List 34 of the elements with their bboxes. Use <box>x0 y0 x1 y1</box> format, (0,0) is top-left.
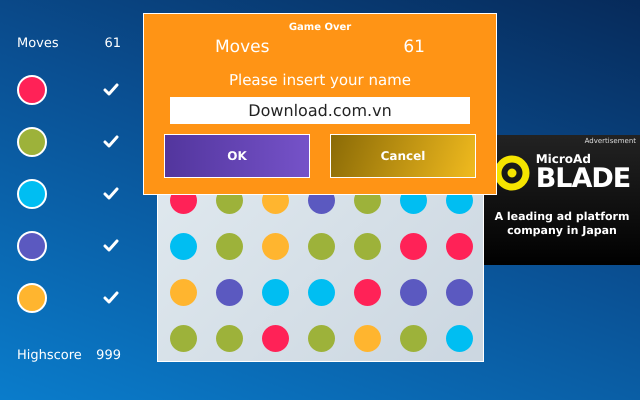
color-dot[interactable] <box>170 278 196 306</box>
color-dot[interactable] <box>446 324 472 352</box>
color-dot[interactable] <box>354 278 380 306</box>
ad-tagline: A leading ad platform company in Japan <box>494 210 630 239</box>
moves-count: 61 <box>104 36 121 50</box>
color-dot[interactable] <box>308 232 334 260</box>
prompt-text: Please insert your name <box>228 71 411 89</box>
color-dot[interactable] <box>354 232 380 260</box>
color-dot[interactable] <box>354 324 380 352</box>
moves-label: Moves <box>17 36 59 50</box>
color-dot[interactable] <box>400 232 426 260</box>
moves-label: Moves <box>215 37 270 57</box>
brand-title: BLADE <box>536 165 630 192</box>
color-dot[interactable] <box>262 324 288 352</box>
color-dot[interactable] <box>216 278 242 306</box>
color-dot[interactable] <box>262 278 288 306</box>
color-dot[interactable] <box>446 232 472 260</box>
highscore-value: 999 <box>96 348 121 362</box>
highscore-label: Highscore <box>17 348 82 362</box>
color-dot[interactable] <box>170 232 196 260</box>
color-dot[interactable] <box>216 324 242 352</box>
color-dot[interactable] <box>170 324 196 352</box>
color-dot[interactable] <box>262 232 288 260</box>
color-dot[interactable] <box>308 324 334 352</box>
color-dot[interactable] <box>308 278 334 306</box>
name-input-field[interactable]: Download.com.vn <box>170 97 470 124</box>
dialog-title: Game Over <box>288 22 352 33</box>
color-dot[interactable] <box>400 278 426 306</box>
color-dot[interactable] <box>446 278 472 306</box>
ok-button[interactable]: OK <box>164 134 310 178</box>
color-dot[interactable] <box>400 324 426 352</box>
brand-name: MicroAd <box>536 153 592 165</box>
color-dot[interactable] <box>216 232 242 260</box>
moves-count: 61 <box>403 37 425 57</box>
